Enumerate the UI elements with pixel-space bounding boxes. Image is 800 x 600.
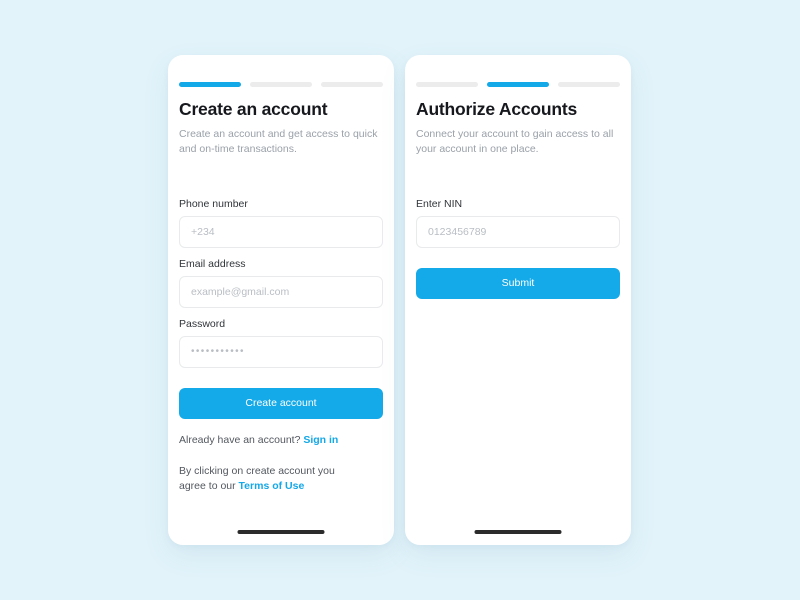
- phone-screen-authorize-accounts: Authorize Accounts Connect your account …: [405, 55, 631, 545]
- signin-row: Already have an account? Sign in: [179, 434, 383, 446]
- create-account-button[interactable]: Create account: [179, 387, 383, 419]
- screen-content-authorize-accounts: Authorize Accounts Connect your account …: [405, 55, 631, 545]
- progress-step-1[interactable]: [416, 82, 478, 87]
- field-nin: Enter NIN 0123456789: [416, 198, 620, 248]
- label-phone-number: Phone number: [179, 197, 248, 210]
- progress-step-3[interactable]: [321, 82, 383, 87]
- page-subtitle: Create an account and get access to quic…: [179, 128, 378, 155]
- password-placeholder: •••••••••••: [191, 346, 245, 358]
- screen-content-create-account: Create an account Create an account and …: [168, 55, 394, 545]
- sign-in-link[interactable]: Sign in: [303, 434, 338, 446]
- password-input[interactable]: •••••••••••: [179, 335, 383, 368]
- progress-step-1[interactable]: [179, 82, 241, 87]
- field-password: Password •••••••••••: [179, 318, 383, 368]
- nin-placeholder: 0123456789: [428, 225, 487, 238]
- signup-form: Phone number +234 Email address example@…: [179, 198, 383, 494]
- email-address-placeholder: example@gmail.com: [191, 285, 290, 298]
- screenshot-stage: Create an account Create an account and …: [0, 0, 800, 600]
- nin-input[interactable]: 0123456789: [416, 215, 620, 248]
- progress-steps-authorize-accounts: [416, 82, 620, 87]
- page-title: Authorize Accounts: [416, 99, 578, 119]
- page-subtitle: Connect your account to gain access to a…: [416, 128, 614, 155]
- email-address-input[interactable]: example@gmail.com: [179, 275, 383, 308]
- phone-number-placeholder: +234: [191, 225, 215, 238]
- home-indicator: [237, 530, 325, 534]
- progress-step-3[interactable]: [558, 82, 620, 87]
- progress-step-2[interactable]: [250, 82, 312, 87]
- signin-prompt-text: Already have an account?: [179, 433, 301, 446]
- terms-of-use-link[interactable]: Terms of Use: [239, 480, 305, 492]
- terms-text: By clicking on create account you agree …: [179, 464, 359, 494]
- label-email-address: Email address: [179, 257, 246, 270]
- field-phone-number: Phone number +234: [179, 198, 383, 248]
- phone-screen-create-account: Create an account Create an account and …: [168, 55, 394, 545]
- field-email-address: Email address example@gmail.com: [179, 258, 383, 308]
- label-nin: Enter NIN: [416, 197, 463, 210]
- submit-button[interactable]: Submit: [416, 267, 620, 299]
- home-indicator: [474, 530, 562, 534]
- page-title: Create an account: [179, 99, 328, 119]
- phone-number-input[interactable]: +234: [179, 215, 383, 248]
- progress-step-2[interactable]: [487, 82, 549, 87]
- authorize-form: Enter NIN 0123456789 Submit: [416, 198, 620, 299]
- label-password: Password: [179, 317, 226, 330]
- progress-steps-create-account: [179, 82, 383, 87]
